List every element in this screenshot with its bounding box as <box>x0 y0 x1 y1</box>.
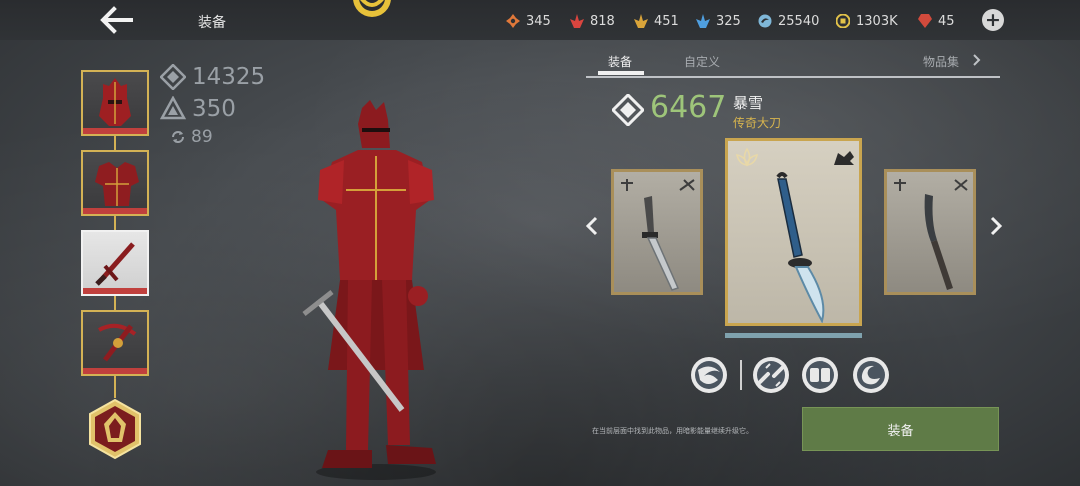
hint-text: 在当前层面中找到此物品，用暗影能量继续升级它。 <box>592 427 753 435</box>
upgrade-cycle-icon <box>172 131 184 143</box>
level-value: 350 <box>192 96 236 122</box>
power-icon <box>612 94 644 126</box>
stat-power: 14325 <box>160 64 265 90</box>
stance-emblem-icon[interactable] <box>84 398 146 460</box>
resource-blue-crystal[interactable]: 325 <box>696 12 741 30</box>
slot-connector <box>114 216 116 230</box>
beast-head-icon <box>834 151 854 165</box>
chevron-right-icon <box>990 216 1003 236</box>
resource-orange-gem[interactable]: 345 <box>506 12 551 30</box>
blue-crystal-icon <box>696 14 710 28</box>
sword-icon <box>95 242 135 286</box>
weapon-name: 暴雪 <box>733 94 764 112</box>
enhance-value: 89 <box>191 127 213 147</box>
tab-custom[interactable]: 自定义 <box>684 53 720 70</box>
resource-value: 325 <box>716 13 741 29</box>
chevron-right-icon[interactable] <box>972 54 982 66</box>
durability-bar <box>83 288 147 294</box>
resource-gold-crystal[interactable]: 451 <box>634 12 679 30</box>
energy-orb-icon <box>758 14 772 28</box>
chest-armor-icon <box>95 162 139 206</box>
stat-enhance: 89 <box>170 127 213 147</box>
active-tab-indicator <box>598 71 644 75</box>
weapon-card-previous[interactable] <box>611 169 703 295</box>
weapon-class-icon <box>679 179 695 191</box>
durability-bar <box>83 208 147 214</box>
orange-gem-icon <box>506 14 520 28</box>
level-icon <box>160 96 186 120</box>
weapon-card-next[interactable] <box>884 169 976 295</box>
knight-character-model <box>302 100 436 480</box>
wave-strike-icon[interactable] <box>690 356 728 394</box>
trait-divider <box>740 360 742 390</box>
glaive-icon <box>776 172 825 323</box>
weapon-card-selected[interactable] <box>725 138 862 326</box>
vortex-icon[interactable] <box>852 356 890 394</box>
resource-value: 345 <box>526 13 551 29</box>
slot-connector <box>114 296 116 310</box>
power-value: 14325 <box>192 64 266 90</box>
red-crystal-icon <box>570 14 584 28</box>
legendary-lotus-icon <box>735 147 759 167</box>
resource-ruby[interactable]: 45 <box>918 12 955 30</box>
resource-energy-orb[interactable]: 25540 <box>758 12 819 30</box>
slot-ranged[interactable] <box>81 310 149 376</box>
naginata-icon <box>924 194 953 290</box>
next-weapon-button[interactable] <box>986 214 1006 238</box>
slot-weapon[interactable] <box>81 230 149 296</box>
arrow-left-icon <box>100 6 133 34</box>
dagger-type-icon <box>621 179 633 191</box>
tab-collection[interactable]: 物品集 <box>923 53 959 70</box>
equip-button[interactable]: 装备 <box>802 407 999 451</box>
clan-emblem-icon <box>353 0 391 17</box>
resource-red-crystal[interactable]: 818 <box>570 12 615 30</box>
durability-bar <box>83 368 147 374</box>
ruby-icon <box>918 14 932 28</box>
power-icon <box>160 64 186 90</box>
weapon-power: 6467 <box>650 90 727 125</box>
durability-bar <box>83 128 147 134</box>
weapon-rarity: 传奇大刀 <box>733 116 782 130</box>
add-currency-button[interactable]: + <box>982 9 1004 31</box>
crossbow-icon <box>98 323 137 362</box>
page-title: 装备 <box>198 15 226 31</box>
resource-value: 818 <box>590 13 615 29</box>
chevron-left-icon <box>585 216 598 236</box>
slot-connector <box>114 376 116 398</box>
resource-value: 1303K <box>856 13 898 29</box>
resource-value: 45 <box>938 13 955 29</box>
dagger-icon <box>642 196 680 291</box>
resource-value: 451 <box>654 13 679 29</box>
gold-coin-icon <box>836 14 850 28</box>
slot-connector <box>114 136 116 150</box>
back-button[interactable] <box>98 6 138 34</box>
slot-helmet[interactable] <box>81 70 149 136</box>
helmet-icon <box>99 78 131 126</box>
crossed-blades-icon <box>954 179 968 191</box>
slot-armor[interactable] <box>81 150 149 216</box>
previous-weapon-button[interactable] <box>582 214 602 238</box>
broken-chain-icon[interactable] <box>752 356 790 394</box>
resource-gold-coin[interactable]: 1303K <box>836 12 898 30</box>
stat-level: 350 <box>160 96 236 122</box>
gold-crystal-icon <box>634 14 648 28</box>
dagger-type-icon <box>894 179 906 191</box>
tab-equipment[interactable]: 装备 <box>608 53 632 70</box>
raised-fists-icon[interactable] <box>801 356 839 394</box>
resource-value: 25540 <box>778 13 820 29</box>
selected-card-indicator <box>725 333 862 338</box>
